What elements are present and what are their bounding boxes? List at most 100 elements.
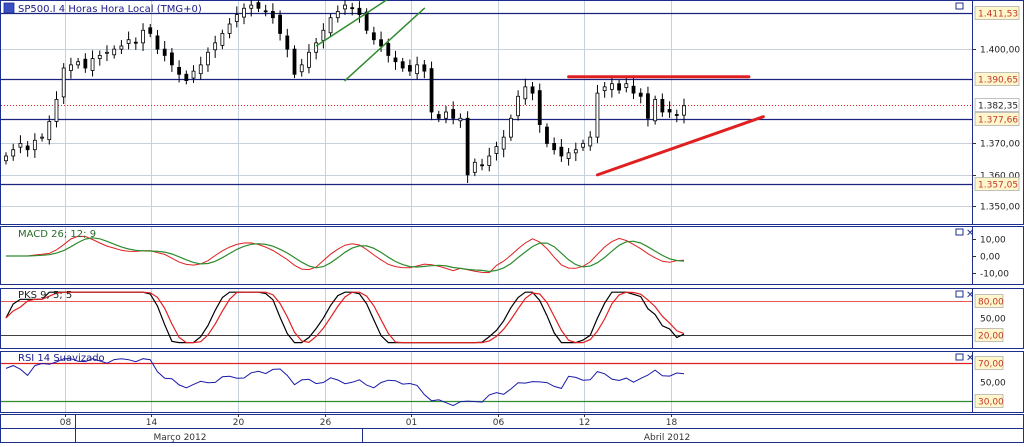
candle-body-up — [508, 117, 513, 138]
chart-window: 1.350,00 1.360,00 1.370,00 1.400,00 1.411,53… — [0, 0, 1024, 443]
candle-body-up — [653, 99, 658, 122]
macd-tick-label: 0,00 — [980, 253, 1000, 263]
candle-body-up — [191, 70, 196, 79]
candle-body-down — [379, 39, 383, 47]
candle-body-up — [141, 29, 145, 44]
candle-body-up — [581, 143, 585, 148]
candle-body-up — [126, 39, 131, 44]
candle-body-up — [40, 136, 44, 139]
candle-body-up — [227, 23, 232, 34]
candle-body-up — [573, 149, 578, 154]
candle-body-up — [213, 42, 218, 51]
candle[interactable] — [429, 61, 434, 121]
macd-panel-header[interactable]: MACD 26; 12; 9 — [18, 229, 96, 240]
candle-body-down — [386, 43, 391, 56]
level-label: 1.377,66 — [978, 116, 1018, 126]
close-icon[interactable]: ✕ — [966, 290, 974, 301]
candle-body-up — [234, 14, 239, 22]
candle-body-up — [458, 117, 463, 122]
candle-body-down — [638, 92, 643, 97]
candle-body-down — [422, 64, 427, 72]
candle-body-up — [501, 136, 506, 150]
chart-title[interactable]: SP500.I 4 Horas Hora Local (TMG+0) — [18, 4, 202, 15]
candle-body-down — [545, 126, 549, 144]
candle-body-up — [119, 45, 124, 50]
x-tick-label: 01 — [406, 418, 417, 428]
rsi-tick-label: 50,00 — [980, 379, 1006, 389]
chart-svg: 1.350,001.360,001.370,001.400,001.411,53… — [0, 0, 1024, 443]
month-label-march: Março 2012 — [153, 433, 206, 443]
candle[interactable] — [595, 84, 600, 144]
candle-body-down — [429, 68, 434, 113]
candle-body-up — [4, 155, 8, 162]
candle-body-down — [364, 11, 369, 31]
candle-body-down — [270, 11, 275, 19]
level-label: 1.411,53 — [978, 10, 1018, 20]
candle-body-down — [617, 83, 621, 91]
stoch-level-label: 20,00 — [978, 332, 1004, 342]
candle[interactable] — [508, 114, 513, 141]
candle-body-down — [400, 61, 405, 69]
candle-body-up — [76, 61, 81, 66]
candle-body-up — [54, 99, 59, 122]
candle[interactable] — [292, 45, 297, 79]
candle-body-up — [335, 11, 340, 19]
candle-body-up — [206, 51, 210, 66]
candle-body-up — [487, 155, 492, 166]
candle-body-up — [602, 86, 607, 92]
candle-body-down — [674, 114, 679, 116]
candle-body-up — [32, 139, 37, 151]
candle-body-up — [198, 64, 203, 75]
candle-body-up — [328, 17, 333, 34]
candle-body-down — [350, 7, 355, 10]
candle-body-down — [408, 65, 412, 72]
candle-body-up — [472, 161, 477, 173]
price-tick-label: 1.400,00 — [980, 46, 1020, 56]
candle-body-down — [155, 35, 160, 50]
candle-body-up — [220, 33, 225, 46]
candle-body-up — [588, 136, 593, 147]
candle-body-down — [631, 85, 636, 94]
candle-body-down — [559, 146, 564, 157]
close-icon[interactable]: ✕ — [966, 228, 974, 239]
candle-body-down — [530, 86, 535, 94]
candle-body-up — [105, 51, 109, 54]
candle-body-up — [249, 4, 254, 9]
stoch-title[interactable]: PKS 9; 5; 5 — [18, 290, 72, 301]
candle-body-down — [133, 41, 138, 44]
candle-body-up — [47, 121, 52, 141]
candle-body-up — [61, 67, 66, 98]
candle[interactable] — [545, 123, 549, 148]
x-tick-label: 08 — [60, 418, 72, 428]
stoch-panel-header[interactable]: PKS 9; 5; 5 — [18, 290, 72, 301]
price-tick-label: 1.350,00 — [980, 203, 1020, 213]
price-panel-header[interactable]: SP500.I 4 Horas Hora Local (TMG+0) — [3, 2, 202, 15]
candle-body-down — [184, 73, 189, 81]
symbol-icon[interactable] — [3, 2, 15, 14]
month-label-april: Abril 2012 — [644, 433, 690, 443]
candle-body-up — [595, 92, 600, 138]
candle-body-down — [357, 7, 362, 15]
candle-body-up — [444, 111, 448, 119]
rsi-title[interactable]: RSI 14 Suavizado — [18, 353, 105, 364]
candle-body-up — [609, 83, 614, 90]
candle-body-up — [69, 64, 73, 71]
level-label: 1.357,05 — [978, 181, 1018, 191]
rsi-level-label: 70,00 — [978, 360, 1004, 370]
rsi-panel-header[interactable]: RSI 14 Suavizado — [18, 353, 105, 364]
x-tick-label: 26 — [320, 418, 332, 428]
macd-title[interactable]: MACD 26; 12; 9 — [18, 229, 96, 240]
candle-body-down — [285, 35, 290, 50]
candle-body-up — [299, 64, 304, 73]
candle[interactable] — [653, 95, 658, 125]
candle-body-up — [321, 29, 326, 41]
candle[interactable] — [328, 13, 333, 37]
candle-body-up — [307, 51, 311, 68]
candle[interactable] — [465, 111, 470, 184]
candle-body-up — [242, 7, 246, 18]
candle-body-down — [148, 27, 153, 34]
candle-body-down — [371, 32, 376, 41]
candle-body-up — [682, 105, 686, 116]
close-icon[interactable]: ✕ — [966, 353, 974, 364]
candle-body-down — [292, 48, 297, 75]
